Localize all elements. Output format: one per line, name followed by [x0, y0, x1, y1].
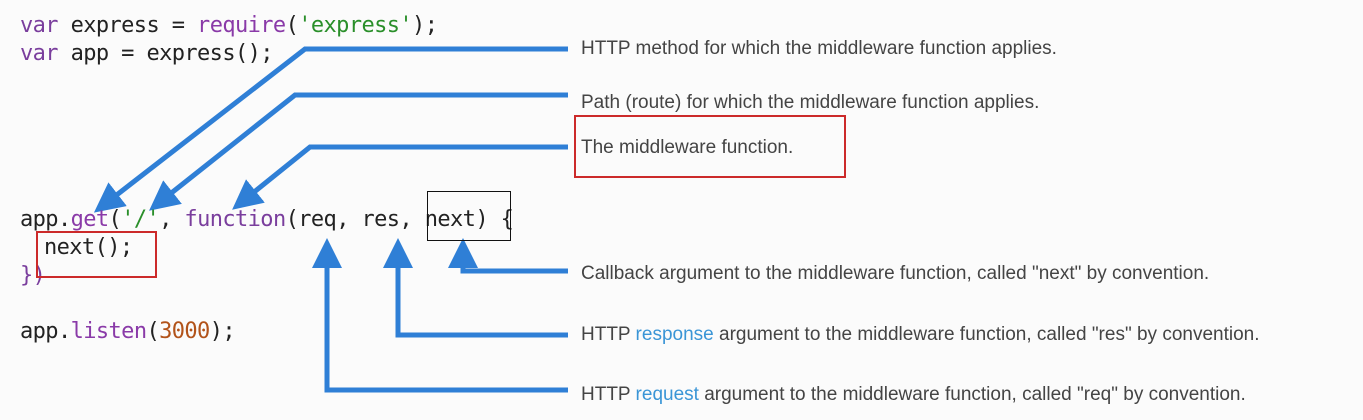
- next-call-box: [36, 231, 157, 278]
- label-next-callback: Callback argument to the middleware func…: [581, 263, 1210, 284]
- route-path: '/': [121, 207, 160, 232]
- label-path-route: Path (route) for which the middleware fu…: [581, 92, 1040, 113]
- port-number: 3000: [159, 319, 210, 344]
- arrow-res: [383, 238, 568, 338]
- label-req-argument: HTTP request argument to the middleware …: [581, 384, 1246, 405]
- label-res-argument: HTTP response argument to the middleware…: [581, 324, 1260, 345]
- link-response[interactable]: response: [636, 324, 714, 345]
- param-req: req: [298, 207, 337, 232]
- code-line-1: var express = require('express');: [20, 13, 438, 38]
- link-request[interactable]: request: [636, 384, 699, 405]
- method-get: get: [70, 207, 110, 232]
- keyword-function: function: [184, 207, 286, 232]
- arrow-next: [448, 238, 568, 274]
- label-middleware-function: The middleware function.: [581, 137, 794, 158]
- param-res: res: [361, 207, 400, 232]
- keyword-var: var: [20, 13, 59, 38]
- arrow-method: [93, 46, 568, 213]
- code-line-2: var app = express();: [20, 41, 274, 66]
- label-http-method: HTTP method for which the middleware fun…: [581, 38, 1057, 59]
- arrow-middleware: [232, 144, 568, 210]
- next-param-box: [427, 191, 511, 241]
- string-express: 'express': [298, 13, 413, 38]
- code-line-6: app.listen(3000);: [20, 319, 236, 344]
